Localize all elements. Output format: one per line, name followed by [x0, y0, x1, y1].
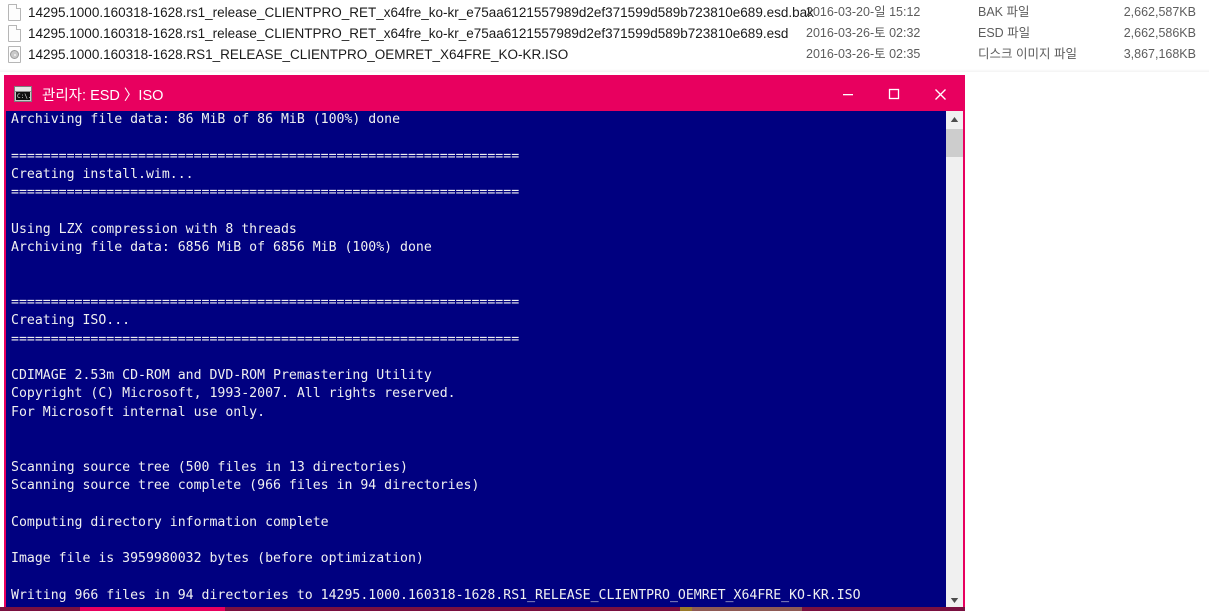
console-scrollbar[interactable]: [946, 111, 963, 609]
window-controls: [825, 77, 963, 111]
file-size: 3,867,168KB: [1123, 47, 1196, 61]
strip-segment: [0, 607, 80, 611]
table-row[interactable]: 14295.1000.160318-1628.rs1_release_CLIEN…: [0, 23, 1209, 44]
console-icon: C:\.: [14, 86, 32, 102]
file-name: 14295.1000.160318-1628.rs1_release_CLIEN…: [28, 5, 814, 20]
console-window: C:\. 관리자: ESD 〉ISO Archiving file data: …: [4, 75, 965, 611]
disc-image-icon: [8, 46, 21, 63]
minimize-icon: [843, 94, 853, 96]
file-date: 2016-03-26-토 02:32: [806, 26, 921, 40]
document-icon: [8, 4, 21, 21]
file-size: 2,662,586KB: [1123, 26, 1196, 40]
strip-segment: [965, 607, 1209, 611]
table-row[interactable]: 14295.1000.160318-1628.RS1_RELEASE_CLIEN…: [0, 44, 1209, 65]
scroll-up-arrow-icon[interactable]: [946, 111, 963, 128]
strip-segment: [802, 607, 965, 611]
maximize-icon: [888, 88, 900, 100]
bottom-edge-strip: [0, 607, 1209, 611]
strip-segment: [692, 607, 802, 611]
console-titlebar[interactable]: C:\. 관리자: ESD 〉ISO: [6, 77, 963, 111]
file-type: ESD 파일: [978, 26, 1031, 40]
strip-segment: [225, 607, 680, 611]
file-date: 2016-03-20-일 15:12: [806, 5, 921, 19]
maximize-button[interactable]: [871, 77, 917, 111]
console-output-area[interactable]: Archiving file data: 86 MiB of 86 MiB (1…: [6, 111, 963, 609]
divider: [0, 69, 1209, 72]
strip-segment: [680, 607, 692, 611]
console-icon-glyph: C:\.: [16, 92, 32, 100]
file-date: 2016-03-26-토 02:35: [806, 47, 921, 61]
document-icon: [8, 25, 21, 42]
file-size: 2,662,587KB: [1123, 5, 1196, 19]
file-name: 14295.1000.160318-1628.RS1_RELEASE_CLIEN…: [28, 47, 569, 62]
scrollbar-thumb[interactable]: [946, 129, 963, 157]
file-name: 14295.1000.160318-1628.rs1_release_CLIEN…: [28, 26, 789, 41]
strip-segment: [80, 607, 225, 611]
file-type: BAK 파일: [978, 5, 1030, 19]
close-icon: [934, 88, 946, 100]
table-row[interactable]: 14295.1000.160318-1628.rs1_release_CLIEN…: [0, 2, 1209, 23]
close-button[interactable]: [917, 77, 963, 111]
window-title: 관리자: ESD 〉ISO: [42, 87, 164, 104]
minimize-button[interactable]: [825, 77, 871, 111]
explorer-file-list: 14295.1000.160318-1628.rs1_release_CLIEN…: [0, 0, 1209, 72]
console-output-text: Archiving file data: 86 MiB of 86 MiB (1…: [11, 112, 861, 603]
